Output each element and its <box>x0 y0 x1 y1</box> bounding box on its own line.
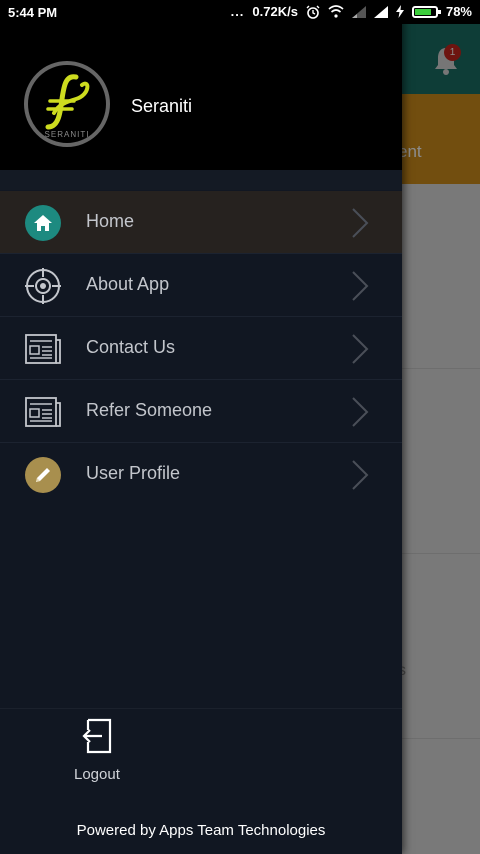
status-network-speed: 0.72K/s <box>252 4 298 19</box>
menu-item-user-profile[interactable]: User Profile <box>0 443 402 506</box>
menu-item-contact-us[interactable]: Contact Us <box>0 317 402 380</box>
pencil-icon <box>24 456 62 494</box>
drawer-header: SERANITI Seraniti <box>0 24 402 170</box>
charging-icon <box>395 5 404 18</box>
logout-icon[interactable] <box>82 718 114 754</box>
newspaper-icon <box>24 330 62 368</box>
menu-item-label: Refer Someone <box>86 400 213 420</box>
footer-divider <box>0 708 402 709</box>
status-icons: ... 0.72K/s 78% <box>231 4 472 19</box>
menu-item-about-app[interactable]: About App <box>0 254 402 317</box>
menu-item-home[interactable]: Home <box>0 191 402 254</box>
battery-icon <box>411 5 441 18</box>
chevron-right-icon <box>352 208 369 238</box>
chevron-right-icon <box>352 271 369 301</box>
chevron-right-icon <box>352 460 369 490</box>
navigation-drawer: SERANITI Seraniti Home About App Contact… <box>0 0 402 854</box>
powered-by-text: Powered by Apps Team Technologies <box>76 822 326 839</box>
signal-weak-icon <box>351 5 366 18</box>
signal-icon <box>373 5 388 18</box>
status-dots: ... <box>230 4 245 19</box>
brand-name: Seraniti <box>131 96 193 116</box>
alarm-icon <box>306 5 320 19</box>
seraniti-logo-mark: SERANITI <box>45 74 90 139</box>
seraniti-logo: SERANITI <box>24 61 110 147</box>
menu-item-refer-someone[interactable]: Refer Someone <box>0 380 402 443</box>
logout-button[interactable]: Logout <box>74 766 120 783</box>
battery-percent: 78% <box>445 4 472 19</box>
home-icon <box>24 204 62 242</box>
wifi-icon <box>328 5 344 18</box>
status-time: 5:44 PM <box>8 5 58 20</box>
chevron-right-icon <box>352 397 369 427</box>
drawer-menu: Home About App Contact Us Refer Someone … <box>0 191 402 506</box>
chevron-right-icon <box>352 334 369 364</box>
menu-item-label: Home <box>86 211 135 231</box>
menu-item-label: About App <box>86 274 170 294</box>
status-bar: 5:44 PM ... 0.72K/s 78% <box>0 0 480 24</box>
target-icon <box>24 267 62 305</box>
logo-caption: SERANITI <box>45 130 90 139</box>
newspaper-icon <box>24 393 62 431</box>
header-divider <box>0 170 402 190</box>
menu-item-label: User Profile <box>86 463 181 483</box>
menu-item-label: Contact Us <box>86 337 176 357</box>
